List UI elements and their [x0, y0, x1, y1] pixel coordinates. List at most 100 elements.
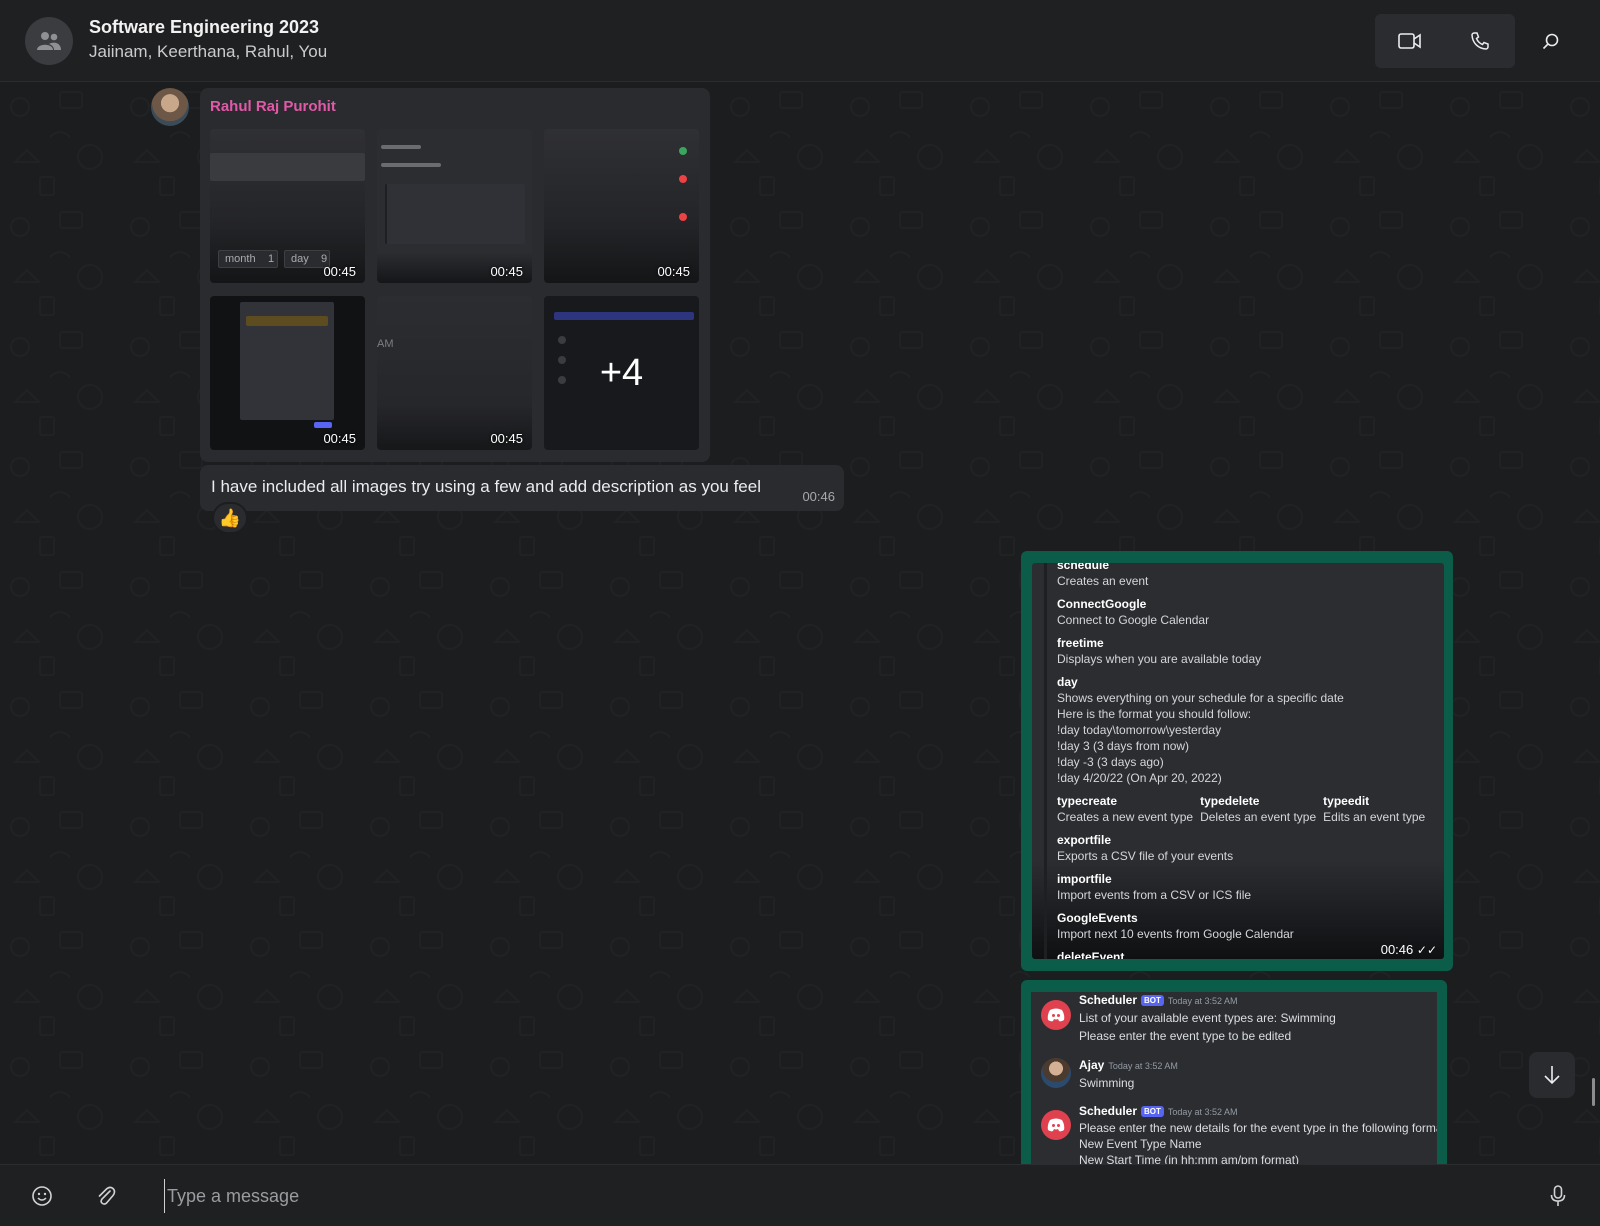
discord-author: Scheduler BOT Today at 3:52 AM: [1079, 993, 1237, 1007]
user-avatar: [1041, 1058, 1071, 1088]
command-desc: Connect to Google Calendar: [1057, 613, 1210, 627]
command-extra: !day 4/20/22 (On Apr 20, 2022): [1057, 771, 1222, 785]
command-name: importfile: [1057, 872, 1112, 886]
sender-avatar[interactable]: [151, 88, 189, 126]
bot-badge: BOT: [1141, 995, 1164, 1006]
more-media-count[interactable]: +4: [544, 296, 699, 450]
command-desc: Import next 10 events from Google Calend…: [1057, 927, 1294, 941]
video-duration: 00:45: [490, 264, 523, 279]
message-time-text: 00:46: [1380, 942, 1414, 957]
media-thumbnail[interactable]: AM 00:45: [377, 296, 532, 450]
command-name: typeedit: [1323, 794, 1370, 808]
emoji-button[interactable]: [24, 1178, 60, 1214]
thumb-content: [210, 153, 365, 181]
video-call-button[interactable]: [1375, 14, 1445, 68]
type-commands-row: typecreate Creates a new event type typed…: [1057, 793, 1434, 825]
incoming-text-message[interactable]: I have included all images try using a f…: [200, 465, 844, 511]
thumb-content: [679, 213, 687, 221]
search-button[interactable]: [1531, 14, 1571, 68]
thumb-content: [679, 175, 687, 183]
command-name: typecreate: [1057, 794, 1118, 808]
discord-message-line: Swimming: [1079, 1076, 1135, 1090]
thumb-content: [246, 316, 328, 326]
thumb-label: AM: [377, 338, 394, 350]
discord-timestamp: Today at 3:52 AM: [1167, 996, 1238, 1006]
video-duration: 00:45: [323, 264, 356, 279]
voice-call-button[interactable]: [1445, 14, 1515, 68]
command-desc: Deletes an event type: [1200, 810, 1317, 824]
video-duration: 00:45: [323, 431, 356, 446]
thumb-content: [381, 145, 421, 149]
command-desc: Creates a new event type: [1057, 810, 1194, 824]
command-extra: !day 3 (3 days from now): [1057, 739, 1190, 753]
media-thumbnail[interactable]: month 1 day 9 00:45: [210, 129, 365, 283]
message-time: 00:46: [802, 489, 835, 504]
command-desc: Creates an event: [1057, 574, 1149, 588]
command-name: schedule: [1057, 563, 1110, 572]
group-avatar-icon[interactable]: [25, 17, 73, 65]
outgoing-image-message[interactable]: Scheduler BOT Today at 3:52 AM List of you…: [1021, 980, 1447, 1164]
command-desc: Displays when you are available today: [1057, 652, 1262, 666]
command-name: exportfile: [1057, 833, 1112, 847]
voice-message-button[interactable]: [1540, 1178, 1576, 1214]
discord-message-line: List of your available event types are: …: [1079, 1011, 1336, 1025]
call-buttons: [1375, 14, 1515, 68]
video-call-icon: [1398, 33, 1421, 49]
incoming-media-message[interactable]: Rahul Raj Purohit month 1 day 9 00:45 00…: [200, 88, 710, 462]
search-icon: [1542, 33, 1559, 50]
discord-bot-icon: [1041, 1000, 1071, 1030]
media-thumbnail[interactable]: 00:45: [377, 129, 532, 283]
chat-area[interactable]: Rahul Raj Purohit month 1 day 9 00:45 00…: [0, 82, 1600, 1164]
emoji-icon: [32, 1186, 52, 1206]
command-desc: Import events from a CSV or ICS file: [1057, 888, 1252, 902]
outgoing-image-message[interactable]: schedule Creates an event ConnectGoogle Co…: [1021, 551, 1453, 971]
read-receipt-icon: ✓✓: [1416, 943, 1437, 957]
discord-message-line: Please enter the event type to be edited: [1079, 1029, 1292, 1043]
command-desc: Edits an event type: [1323, 810, 1426, 824]
command-extra: !day today\tomorrow\yesterday: [1057, 723, 1222, 737]
message-input[interactable]: [164, 1179, 1504, 1213]
discord-bot-icon: [1041, 1110, 1071, 1140]
chat-title[interactable]: Software Engineering 2023: [89, 17, 319, 38]
command-name: GoogleEvents: [1057, 911, 1138, 925]
media-thumbnail[interactable]: 00:45: [544, 129, 699, 283]
arrow-down-icon: [1544, 1066, 1560, 1085]
command-extra: !day -3 (3 days ago): [1057, 755, 1164, 769]
video-duration: 00:45: [657, 264, 690, 279]
discord-message-line: Please enter the new details for the eve…: [1079, 1121, 1437, 1135]
composer-bar: [0, 1164, 1600, 1226]
bot-badge: BOT: [1141, 1106, 1164, 1117]
command-desc: Exports a CSV file of your events: [1057, 849, 1234, 863]
thumb-content: [314, 422, 332, 428]
scroll-to-bottom-button[interactable]: [1529, 1052, 1575, 1098]
discord-timestamp: Today at 3:52 AM: [1108, 1061, 1178, 1071]
thumb-label: month: [225, 253, 256, 265]
command-desc: Shows everything on your schedule for a …: [1057, 691, 1344, 705]
command-name: freetime: [1057, 636, 1104, 650]
scrollbar-thumb[interactable]: [1592, 1078, 1595, 1106]
chat-header: Software Engineering 2023 Jaiinam, Keert…: [0, 0, 1600, 82]
thumb-label: 1: [268, 253, 275, 265]
discord-author: Scheduler BOT Today at 3:52 AM: [1079, 1104, 1237, 1118]
microphone-icon: [1550, 1185, 1566, 1206]
media-thumbnail[interactable]: 00:45: [210, 296, 365, 450]
discord-message-line: New Event Type Name: [1079, 1137, 1202, 1151]
image-content: schedule Creates an event ConnectGoogle Co…: [1032, 563, 1444, 959]
attach-icon: [98, 1186, 116, 1205]
voice-call-icon: [1471, 32, 1489, 50]
media-thumbnail[interactable]: +4: [544, 296, 699, 450]
sender-name[interactable]: Rahul Raj Purohit: [210, 98, 336, 115]
thumb-content: [385, 184, 525, 244]
reaction-thumbs-up[interactable]: 👍: [212, 502, 248, 534]
attach-button[interactable]: [88, 1178, 124, 1214]
command-list: schedule Creates an event ConnectGoogle Co…: [1044, 563, 1434, 959]
thumb-label: day: [291, 253, 309, 265]
discord-author-name: Ajay: [1079, 1058, 1105, 1072]
command-name: typedelete: [1200, 794, 1260, 808]
discord-author-name: Scheduler: [1079, 1104, 1138, 1118]
thumb-content: [679, 147, 687, 155]
chat-participants[interactable]: Jaiinam, Keerthana, Rahul, You: [89, 42, 327, 62]
discord-timestamp: Today at 3:52 AM: [1167, 1107, 1238, 1117]
discord-author-name: Scheduler: [1079, 993, 1138, 1007]
discord-message-line: New Start Time (in hh:mm am/pm format): [1079, 1153, 1300, 1164]
